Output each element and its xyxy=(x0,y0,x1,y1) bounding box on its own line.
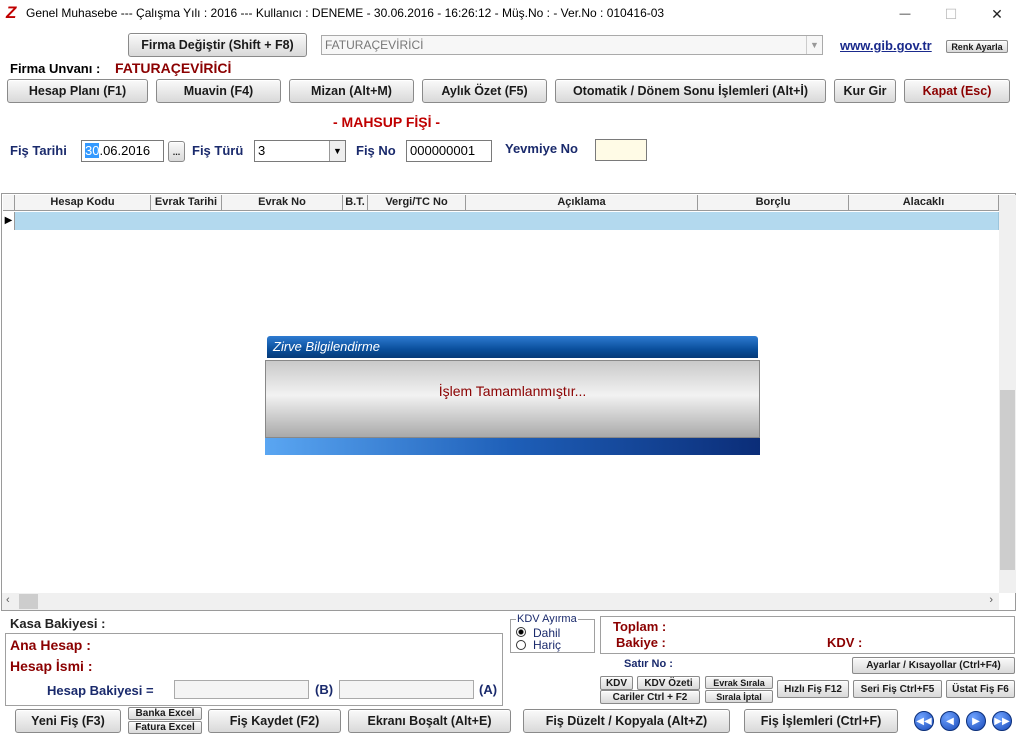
a-label: (A) xyxy=(479,682,498,697)
previous-record-icon[interactable]: ◀ xyxy=(940,711,960,731)
hesap-plani-button[interactable]: Hesap Planı (F1) xyxy=(7,79,148,103)
renk-ayarla-button[interactable]: Renk Ayarla xyxy=(946,40,1008,53)
kdv-ayirma-title: KDV Ayırma xyxy=(516,613,578,625)
first-record-icon[interactable]: ◀◀ xyxy=(914,711,934,731)
col-evrak-tarihi[interactable]: Evrak Tarihi xyxy=(151,195,222,211)
yeni-fis-button[interactable]: Yeni Fiş (F3) xyxy=(15,709,121,733)
next-record-icon[interactable]: ▶ xyxy=(966,711,986,731)
firma-unvani-value: FATURAÇEVİRİCİ xyxy=(115,60,232,76)
mizan-button[interactable]: Mizan (Alt+M) xyxy=(289,79,414,103)
info-dialog: Zirve Bilgilendirme İşlem Tamamlanmıştır… xyxy=(265,336,760,456)
chevron-down-icon: ▼ xyxy=(806,36,822,54)
fis-tarihi-value: .06.2016 xyxy=(99,143,151,158)
dialog-title: Zirve Bilgilendirme xyxy=(273,339,380,354)
scrollbar-thumb[interactable] xyxy=(1000,390,1015,570)
col-hesap-kodu[interactable]: Hesap Kodu xyxy=(15,195,151,211)
kasa-bakiyesi-label: Kasa Bakiyesi : xyxy=(10,616,106,631)
firma-select[interactable]: FATURAÇEVİRİCİ ▼ xyxy=(321,35,823,55)
b-label: (B) xyxy=(315,682,334,697)
dialog-footer xyxy=(265,438,760,455)
firma-degistir-button[interactable]: Firma Değiştir (Shift + F8) xyxy=(128,33,307,57)
col-aciklama[interactable]: Açıklama xyxy=(466,195,698,211)
firma-select-value: FATURAÇEVİRİCİ xyxy=(325,38,424,52)
fis-tarihi-label: Fiş Tarihi xyxy=(10,143,67,158)
col-bt[interactable]: B.T. xyxy=(343,195,368,211)
ustat-fis-button[interactable]: Üstat Fiş F6 xyxy=(946,680,1015,698)
col-evrak-no[interactable]: Evrak No xyxy=(222,195,343,211)
hesap-bakiyesi-label: Hesap Bakiyesi = xyxy=(47,683,154,698)
otomatik-button[interactable]: Otomatik / Dönem Sonu İşlemleri (Alt+İ) xyxy=(555,79,826,103)
col-alacakli[interactable]: Alacaklı xyxy=(849,195,999,211)
satir-no-label: Satır No : xyxy=(624,658,673,670)
kapat-button[interactable]: Kapat (Esc) xyxy=(904,79,1010,103)
hscroll-thumb[interactable] xyxy=(19,594,38,609)
row-indicator: ▶ xyxy=(3,212,15,230)
app-logo: Z xyxy=(6,3,17,22)
date-picker-button[interactable]: ... xyxy=(168,141,185,162)
col-borclu[interactable]: Borçlu xyxy=(698,195,849,211)
muavin-button[interactable]: Muavin (F4) xyxy=(156,79,281,103)
title-bar: Z Genel Muhasebe --- Çalışma Yılı : 2016… xyxy=(0,0,1020,28)
dialog-message: İşlem Tamamlanmıştır... xyxy=(438,383,587,399)
minimize-button[interactable]: — xyxy=(882,0,928,28)
hesap-ismi-label: Hesap İsmi : xyxy=(10,658,93,674)
fis-tarihi-input[interactable]: 30.06.2016 xyxy=(81,140,164,162)
fis-kaydet-button[interactable]: Fiş Kaydet (F2) xyxy=(208,709,341,733)
haric-radio[interactable] xyxy=(516,640,526,650)
bakiye-label: Bakiye : xyxy=(616,635,666,650)
chevron-down-icon: ▼ xyxy=(329,141,345,161)
fis-tarihi-selection: 30 xyxy=(85,143,100,158)
hesap-bakiyesi-a-field xyxy=(339,680,474,699)
fis-turu-label: Fiş Türü xyxy=(192,143,244,158)
maximize-button[interactable]: ☐ xyxy=(928,0,974,28)
ekrani-bosalt-button[interactable]: Ekranı Boşalt (Alt+E) xyxy=(348,709,511,733)
fis-no-label: Fiş No xyxy=(356,143,396,158)
dialog-title-bar: Zirve Bilgilendirme xyxy=(267,336,758,358)
scroll-right-icon[interactable]: › xyxy=(989,594,993,606)
horizontal-scrollbar[interactable]: ‹ › xyxy=(2,593,999,610)
table-row[interactable] xyxy=(15,212,999,230)
hizli-fis-button[interactable]: Hızlı Fiş F12 xyxy=(777,680,849,698)
kdv-button[interactable]: KDV xyxy=(600,676,633,690)
cariler-button[interactable]: Cariler Ctrl + F2 xyxy=(600,690,700,704)
fis-turu-value: 3 xyxy=(258,143,266,158)
dialog-body: İşlem Tamamlanmıştır... xyxy=(265,360,760,438)
yevmiye-label: Yevmiye No xyxy=(505,141,578,156)
hesap-bakiyesi-b-field xyxy=(174,680,309,699)
scroll-left-icon[interactable]: ‹ xyxy=(6,594,10,606)
seri-fis-button[interactable]: Seri Fiş Ctrl+F5 xyxy=(853,680,942,698)
last-record-icon[interactable]: ▶▶ xyxy=(992,711,1012,731)
ayarlar-button[interactable]: Ayarlar / Kısayollar (Ctrl+F4) xyxy=(852,657,1015,674)
col-vergi-tc-no[interactable]: Vergi/TC No xyxy=(368,195,466,211)
toplam-label: Toplam : xyxy=(613,619,667,634)
haric-label: Hariç xyxy=(533,638,562,652)
kdv-label: KDV : xyxy=(827,635,863,650)
sirala-iptal-button[interactable]: Sırala İptal xyxy=(705,690,773,703)
banka-excel-button[interactable]: Banka Excel xyxy=(128,707,202,720)
evrak-sirala-button[interactable]: Evrak Sırala xyxy=(705,676,773,689)
gib-link[interactable]: www.gib.gov.tr xyxy=(840,38,932,53)
yevmiye-input[interactable] xyxy=(595,139,647,161)
window-title: Genel Muhasebe --- Çalışma Yılı : 2016 -… xyxy=(26,6,665,20)
vertical-scrollbar[interactable] xyxy=(999,195,1016,593)
fatura-excel-button[interactable]: Fatura Excel xyxy=(128,721,202,734)
fis-no-value: 000000001 xyxy=(410,143,476,158)
close-button[interactable]: ✕ xyxy=(974,0,1020,28)
dahil-radio[interactable] xyxy=(516,627,526,637)
fis-no-input[interactable]: 000000001 xyxy=(406,140,492,162)
grid-corner xyxy=(3,195,15,211)
aylik-ozet-button[interactable]: Aylık Özet (F5) xyxy=(422,79,547,103)
kdv-ozeti-button[interactable]: KDV Özeti xyxy=(637,676,700,690)
ana-hesap-label: Ana Hesap : xyxy=(10,637,91,653)
kur-gir-button[interactable]: Kur Gir xyxy=(834,79,896,103)
firma-unvani-label: Firma Unvanı : xyxy=(10,61,101,76)
fis-islemleri-button[interactable]: Fiş İşlemleri (Ctrl+F) xyxy=(744,709,898,733)
form-heading: - MAHSUP FİŞİ - xyxy=(333,114,441,130)
fis-turu-select[interactable]: 3 ▼ xyxy=(254,140,346,162)
fis-duzelt-button[interactable]: Fiş Düzelt / Kopyala (Alt+Z) xyxy=(523,709,730,733)
